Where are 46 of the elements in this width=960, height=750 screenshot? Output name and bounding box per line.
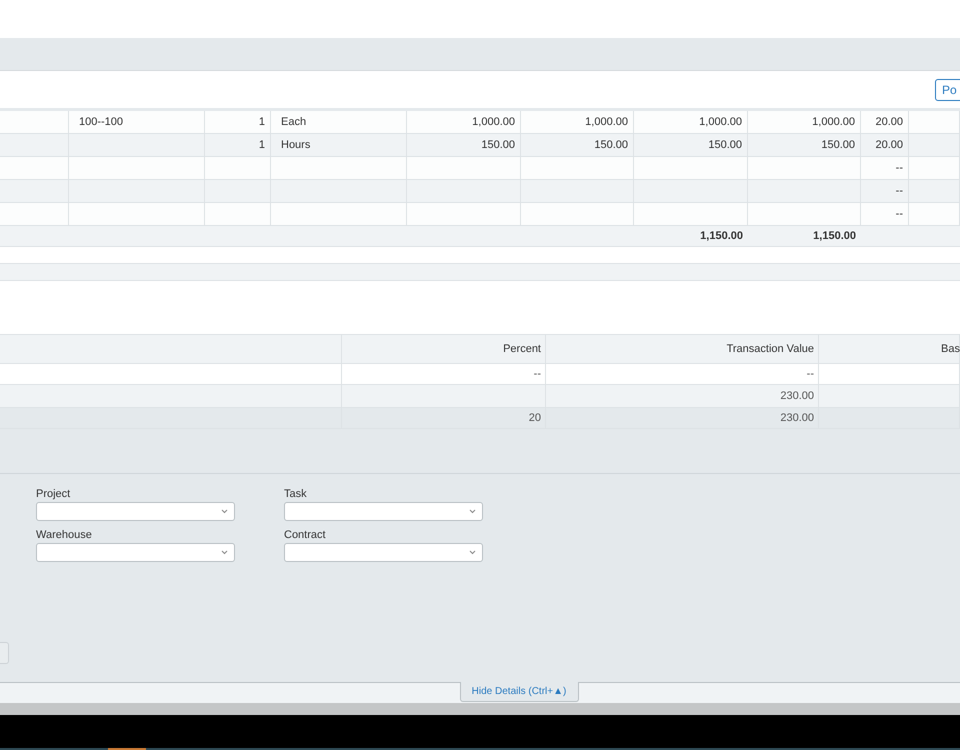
chevron-icon <box>469 509 476 514</box>
table-cell: -- <box>534 368 541 380</box>
table-cell: 1 <box>258 139 265 151</box>
table-cell: 1 <box>258 116 265 128</box>
table-cell: -- <box>896 208 903 220</box>
field-label: Task <box>284 488 308 500</box>
total-cell: 1,150.00 <box>700 230 743 242</box>
field-label: Project <box>36 488 72 500</box>
table-cell: 1,000.00 <box>585 116 628 128</box>
table-cell: 230.00 <box>780 412 814 424</box>
field-label: Contract <box>284 529 327 541</box>
table-cell: 150.00 <box>481 139 515 151</box>
table-cell: 230.00 <box>780 390 814 402</box>
table-cell: Hours <box>281 139 310 151</box>
field-label: Warehouse <box>36 529 93 541</box>
table-cell: 150.00 <box>821 139 855 151</box>
column-header: Percent <box>503 343 541 355</box>
dropdown[interactable] <box>36 543 235 562</box>
table-cell: 1,000.00 <box>812 116 855 128</box>
dropdown[interactable] <box>36 502 235 521</box>
table-row[interactable]: 20 230.00 <box>0 408 960 429</box>
table-cell: 1,000.00 <box>472 116 515 128</box>
chevron-icon <box>221 509 228 514</box>
chevron-icon <box>469 550 476 555</box>
table-cell: 150.00 <box>594 139 628 151</box>
input-field[interactable] <box>0 642 9 664</box>
total-cell: 1,150.00 <box>813 230 856 242</box>
dropdown[interactable] <box>284 543 483 562</box>
table-row[interactable]: -- -- <box>0 364 960 385</box>
dropdown[interactable] <box>284 502 483 521</box>
table-cell: 100--100 <box>79 116 124 128</box>
table-cell: 150.00 <box>708 139 742 151</box>
table-cell: Each <box>281 116 306 128</box>
column-header: Transaction Value <box>726 343 814 355</box>
table-cell: -- <box>806 368 814 380</box>
chevron-icon <box>221 550 228 555</box>
table-cell: -- <box>896 162 903 174</box>
table-cell: 20 <box>528 412 541 424</box>
hide-details-tab[interactable]: Hide Details (Ctrl+▲) <box>460 682 578 702</box>
table-row[interactable]: 230.00 <box>0 385 960 408</box>
table-cell: 1,000.00 <box>699 116 742 128</box>
toolbar-button[interactable]: Po <box>935 78 960 100</box>
table-cell: 20.00 <box>875 139 903 151</box>
table-cell: -- <box>896 185 903 197</box>
column-header: Bas <box>941 343 960 355</box>
table-cell: 20.00 <box>875 116 903 128</box>
